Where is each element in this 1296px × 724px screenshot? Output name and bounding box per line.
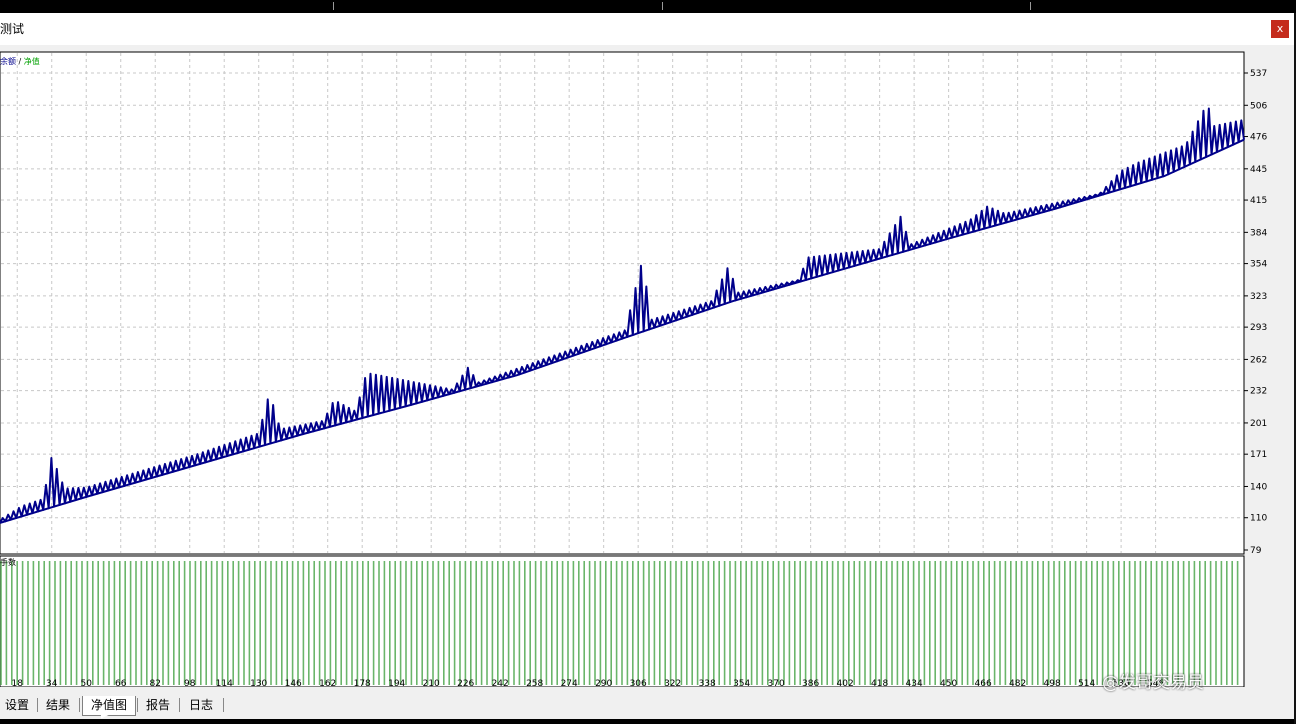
watermark: @发哥交易员 (1102, 673, 1204, 693)
x-tick-label: 226 (457, 679, 474, 687)
x-tick-label: 322 (664, 679, 681, 687)
x-tick-label: 482 (1009, 679, 1026, 687)
tab-separator (37, 698, 38, 712)
x-tick-label: 178 (354, 679, 371, 687)
main-plot-area (0, 51, 1245, 555)
y-tick-label: 201 (1250, 419, 1267, 429)
y-tick-label: 110 (1250, 514, 1267, 524)
top-tick (662, 2, 663, 10)
y-tick-label: 171 (1250, 450, 1267, 460)
x-tick-label: 82 (150, 679, 161, 687)
y-tick-label: 354 (1250, 260, 1267, 270)
y-tick-label: 293 (1250, 323, 1267, 333)
x-tick-label: 210 (423, 679, 440, 687)
y-tick-label: 384 (1250, 228, 1267, 238)
x-tick-label: 98 (184, 679, 196, 687)
y-tick-label: 140 (1250, 482, 1267, 492)
y-tick-label: 232 (1250, 387, 1267, 397)
tab-journal[interactable]: 日志 (183, 696, 219, 715)
tab-separator (137, 698, 138, 712)
y-tick-label: 262 (1250, 355, 1267, 365)
tab-separator (179, 698, 180, 712)
window-title: 测试 (0, 22, 25, 36)
x-tick-label: 146 (285, 679, 302, 687)
y-tick-label: 445 (1250, 165, 1267, 175)
x-tick-label: 386 (802, 679, 819, 687)
x-tick-label: 466 (975, 679, 992, 687)
x-tick-label: 66 (115, 679, 127, 687)
tab-report[interactable]: 报告 (140, 696, 176, 715)
title-bar: 测试 x (0, 13, 1294, 45)
x-tick-label: 450 (940, 679, 957, 687)
x-tick-label: 306 (630, 679, 647, 687)
x-tick-label: 354 (733, 679, 750, 687)
tab-bar: 设置 结果 净值图 报告 日志 (0, 692, 1294, 719)
tab-separator (79, 698, 80, 712)
x-tick-label: 338 (699, 679, 716, 687)
tab-results[interactable]: 结果 (40, 696, 76, 715)
x-tick-label: 34 (46, 679, 58, 687)
x-tick-label: 194 (388, 679, 405, 687)
x-tick-label: 130 (250, 679, 267, 687)
legend-balance: 余额 (0, 56, 16, 66)
desktop-top-strip (0, 0, 1296, 13)
x-tick-label: 274 (561, 679, 578, 687)
x-tick-label: 242 (492, 679, 509, 687)
top-tick (1030, 2, 1031, 10)
legend: 余额 / 净值 (0, 56, 40, 66)
y-tick-label: 79 (1250, 546, 1262, 556)
x-tick-label: 402 (837, 679, 854, 687)
close-button[interactable]: x (1271, 20, 1289, 38)
legend-separator: / (16, 57, 24, 66)
x-tick-label: 434 (906, 679, 923, 687)
y-tick-label: 476 (1250, 133, 1267, 143)
legend-equity: 净值 (24, 56, 40, 66)
y-tick-label: 537 (1250, 69, 1267, 79)
x-tick-label: 514 (1078, 679, 1095, 687)
x-tick-label: 418 (871, 679, 888, 687)
y-tick-label: 323 (1250, 292, 1267, 302)
x-tick-label: 498 (1044, 679, 1061, 687)
tab-separator (223, 698, 224, 712)
tab-settings[interactable]: 设置 (0, 696, 34, 715)
x-tick-label: 18 (12, 679, 24, 687)
x-tick-label: 290 (595, 679, 612, 687)
x-tick-label: 114 (216, 679, 233, 687)
x-tick-label: 162 (319, 679, 336, 687)
y-tick-label: 506 (1250, 101, 1267, 111)
top-tick (333, 2, 334, 10)
lots-label: 手数 (0, 557, 16, 567)
strategy-tester-window: 测试 x 537 506 476 445 415 384 354 323 293 262 232 20… (0, 13, 1294, 719)
equity-chart: 537 506 476 445 415 384 354 323 293 262 232 201 171 1… (0, 51, 1294, 687)
y-tick-label: 415 (1250, 196, 1267, 206)
x-tick-label: 370 (768, 679, 785, 687)
x-tick-label: 258 (526, 679, 543, 687)
x-tick-label: 50 (81, 679, 93, 687)
